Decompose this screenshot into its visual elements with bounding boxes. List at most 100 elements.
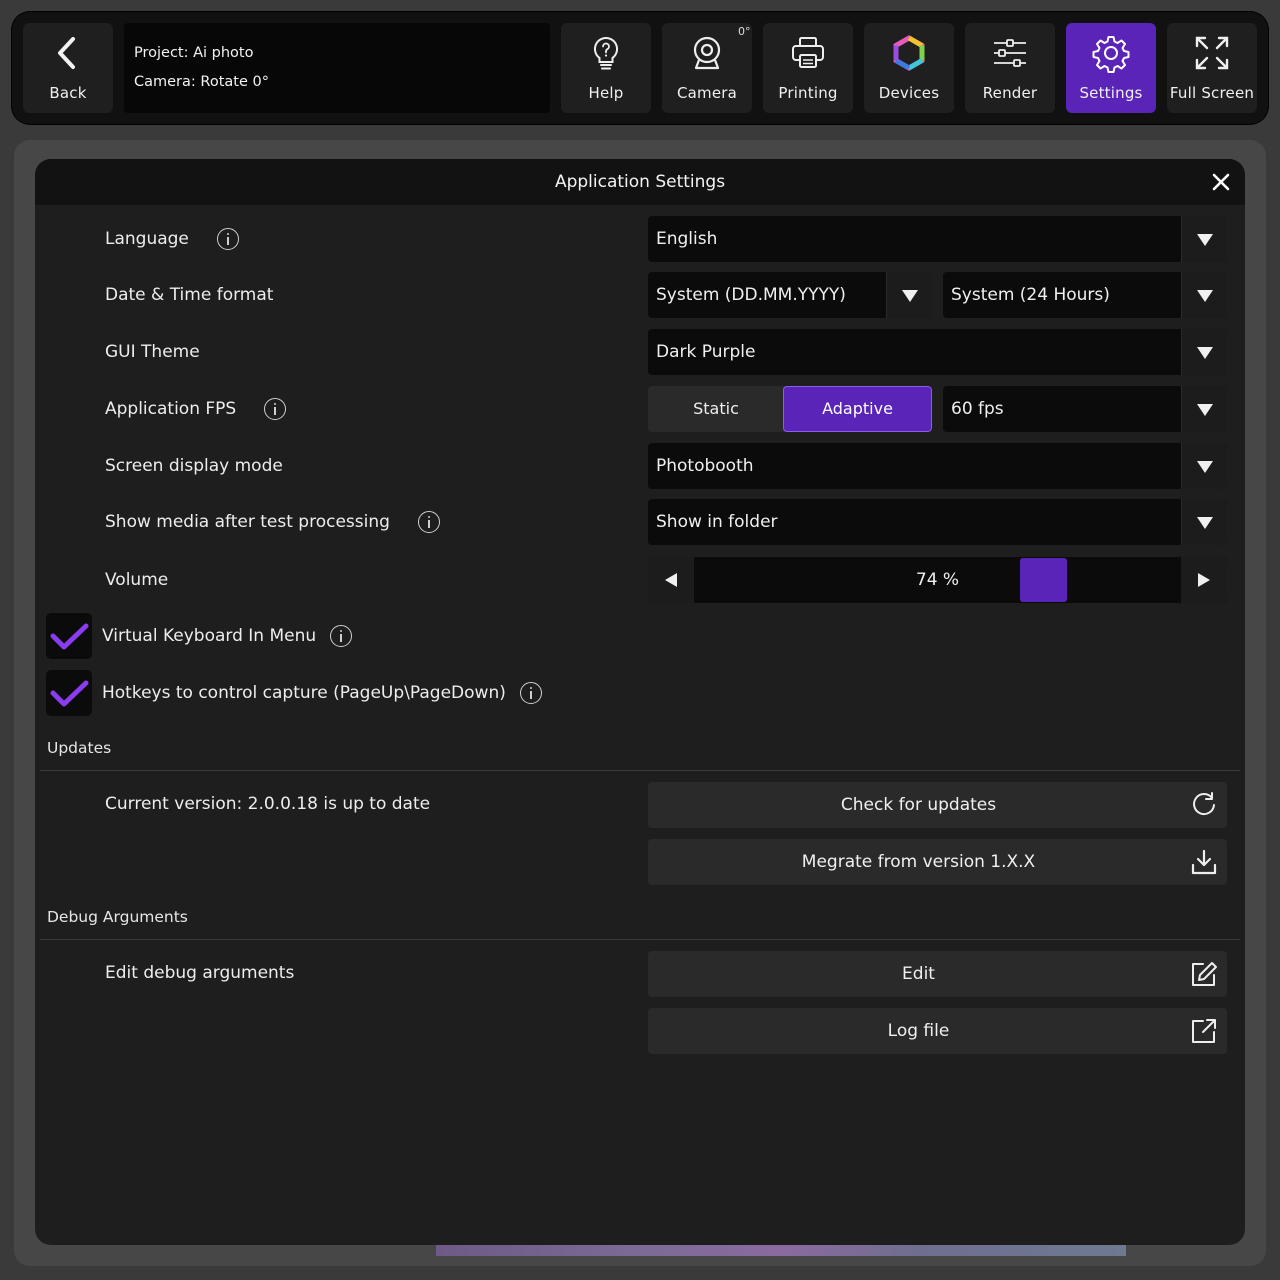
info-icon[interactable] [264,398,287,420]
webcam-icon [693,36,721,70]
migrate-label: Megrate from version 1.X.X [801,852,1036,872]
fps-label: Application FPS [105,399,237,419]
close-icon[interactable] [1211,172,1231,192]
volume-decrease-arrow-icon[interactable] [648,557,694,603]
fps-adaptive-option[interactable]: Adaptive [783,386,932,432]
gear-icon [1092,36,1130,73]
virtual-keyboard-checkbox[interactable] [46,613,92,659]
application-settings-dialog: Application Settings Language English Da… [35,159,1245,1245]
render-label: Render [982,84,1038,102]
language-select[interactable]: English [648,216,1227,262]
sliders-icon [994,39,1026,67]
edit-icon [1192,962,1217,986]
edit-debug-label: Edit [902,964,935,984]
language-row: Language [105,216,239,262]
chevron-down-icon[interactable] [1181,443,1227,489]
volume-label: Volume [105,570,169,590]
info-icon[interactable] [519,682,542,704]
volume-row: Volume [105,557,168,603]
display-mode-row: Screen display mode [105,443,283,489]
settings-label: Settings [1079,84,1143,102]
log-file-label: Log file [887,1021,950,1041]
log-file-button[interactable]: Log file [648,1008,1227,1054]
fps-row: Application FPS [105,386,287,432]
date-format-select[interactable]: System (DD.MM.YYYY) [648,272,932,318]
show-media-label: Show media after test processing [105,512,390,532]
devices-button[interactable]: Devices [864,23,954,113]
current-version-row: Current version: 2.0.0.18 is up to date [105,781,430,827]
back-label: Back [49,84,87,102]
dialog-header: Application Settings [35,159,1245,205]
time-format-value: System (24 Hours) [951,285,1110,305]
color-ring-icon [893,35,925,71]
fps-mode-toggle: Static Adaptive [648,386,932,432]
theme-select[interactable]: Dark Purple [648,329,1227,375]
debug-section-title: Debug Arguments [47,908,188,926]
datetime-label: Date & Time format [105,285,274,305]
chevron-down-icon[interactable] [1181,329,1227,375]
language-label: Language [105,229,189,249]
date-format-value: System (DD.MM.YYYY) [656,285,846,305]
lightbulb-question-icon [593,36,619,70]
chevron-down-icon[interactable] [1181,386,1227,432]
expand-icon [1195,36,1229,70]
chevron-down-icon[interactable] [1181,272,1227,318]
camera-rotation-badge: 0° [738,25,751,38]
datetime-row: Date & Time format [105,272,273,318]
devices-label: Devices [878,84,940,102]
render-button[interactable]: Render [965,23,1055,113]
check-updates-button[interactable]: Check for updates [648,782,1227,828]
chevron-down-icon[interactable] [1181,499,1227,545]
help-button[interactable]: Help [561,23,651,113]
external-link-icon [1192,1019,1216,1043]
check-updates-label: Check for updates [840,795,997,815]
volume-slider-thumb[interactable] [1019,558,1067,602]
fullscreen-button[interactable]: Full Screen [1167,23,1257,113]
theme-value: Dark Purple [656,342,756,362]
language-value: English [656,229,718,249]
printer-icon [792,37,824,68]
printing-button[interactable]: Printing [763,23,853,113]
theme-label: GUI Theme [105,342,200,362]
checkmark-icon [50,623,89,650]
download-icon [1191,849,1217,875]
display-mode-value: Photobooth [656,456,754,476]
display-mode-label: Screen display mode [105,456,283,476]
time-format-select[interactable]: System (24 Hours) [943,272,1227,318]
chevron-down-icon[interactable] [886,272,932,318]
camera-label: Camera [676,84,738,102]
volume-increase-arrow-icon[interactable] [1181,557,1227,603]
dialog-title: Application Settings [554,172,726,192]
back-button[interactable]: Back [23,23,113,113]
edit-debug-button[interactable]: Edit [648,951,1227,997]
migrate-button[interactable]: Megrate from version 1.X.X [648,839,1227,885]
volume-slider[interactable]: 74 % [648,557,1227,603]
virtual-keyboard-label: Virtual Keyboard In Menu [102,626,317,646]
section-divider [40,770,1240,771]
fps-value: 60 fps [951,399,1004,419]
checkmark-icon [50,680,89,707]
hotkeys-label: Hotkeys to control capture (PageUp\PageD… [102,683,506,703]
settings-button[interactable]: Settings [1066,23,1156,113]
fps-select[interactable]: 60 fps [943,386,1227,432]
printing-label: Printing [778,84,838,102]
show-media-value: Show in folder [656,512,778,532]
hotkeys-checkbox[interactable] [46,670,92,716]
refresh-icon [1193,792,1215,816]
show-media-row: Show media after test processing [105,499,440,545]
theme-row: GUI Theme [105,329,200,375]
volume-value: 74 % [915,570,960,590]
debug-edit-label: Edit debug arguments [105,963,295,983]
info-icon[interactable] [417,511,440,533]
info-icon[interactable] [216,228,239,250]
info-icon[interactable] [330,625,353,647]
show-media-select[interactable]: Show in folder [648,499,1227,545]
chevron-down-icon[interactable] [1181,216,1227,262]
fullscreen-label: Full Screen [1169,84,1255,102]
help-label: Help [588,84,624,102]
fps-static-option[interactable]: Static [648,386,784,432]
chevron-left-icon [58,37,75,69]
display-mode-select[interactable]: Photobooth [648,443,1227,489]
camera-status: Camera: Rotate 0° [134,74,269,90]
hotkeys-row: Hotkeys to control capture (PageUp\PageD… [102,670,542,716]
